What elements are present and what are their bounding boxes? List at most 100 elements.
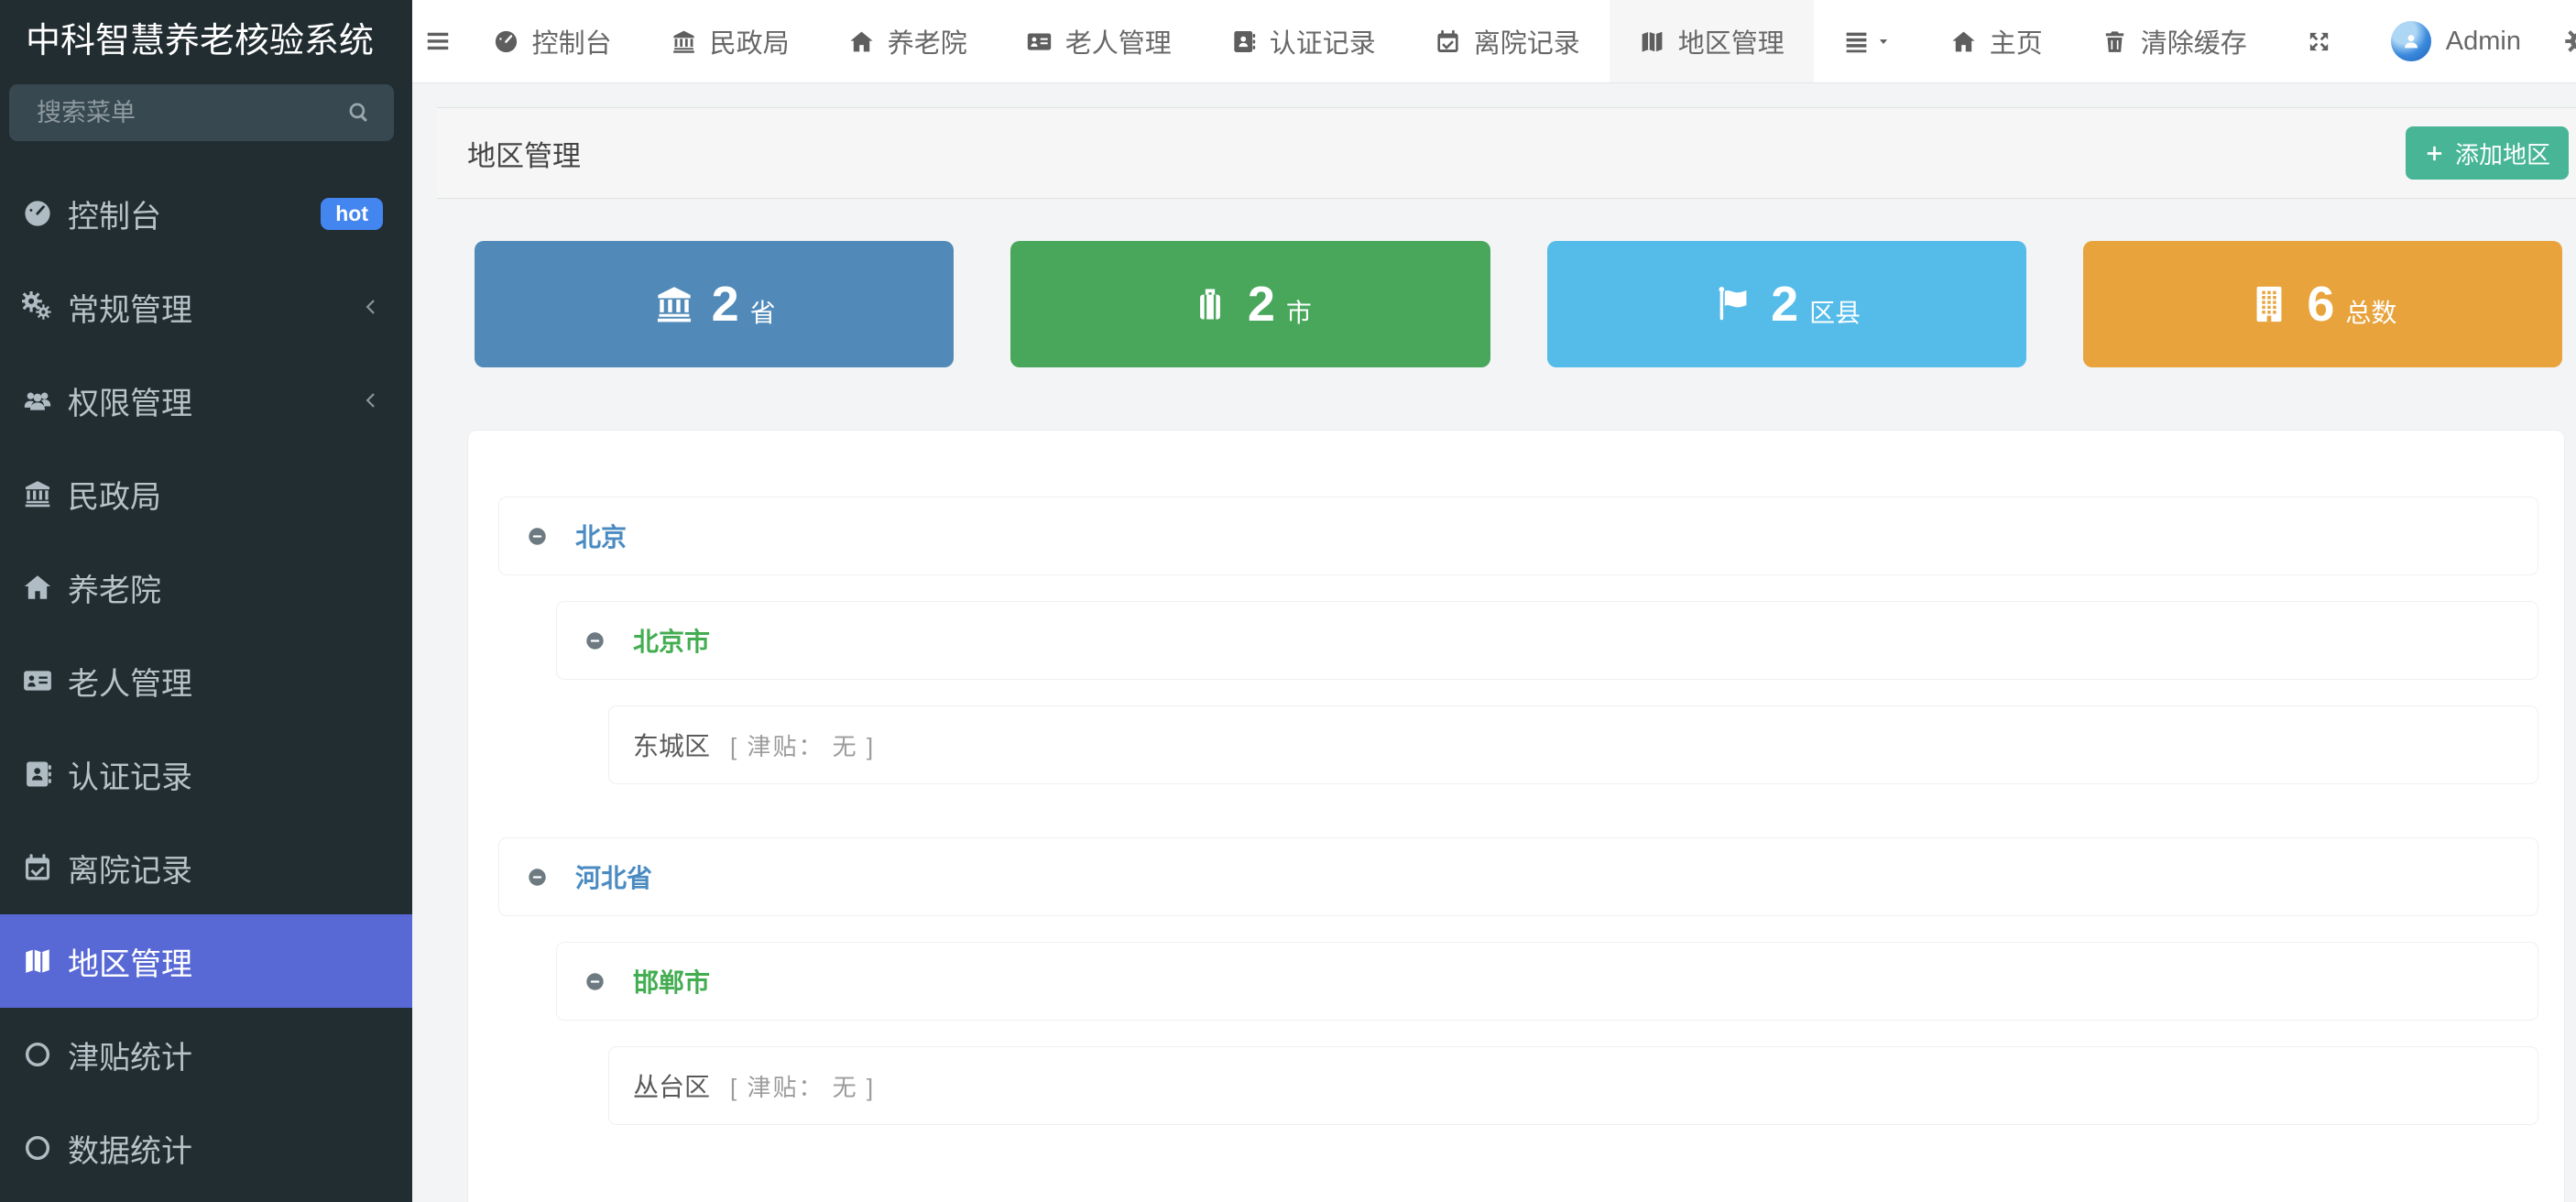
nav-item-nursing-home[interactable]: 养老院 <box>819 0 997 82</box>
stat-label: 市 <box>1286 293 1312 330</box>
sidebar-item-console[interactable]: 控制台 hot <box>0 167 412 260</box>
sidebar: 中科智慧养老核验系统 控制台 hot 常规管理 权限管理 民政局 养老院 <box>0 0 412 1202</box>
sidebar-toggle-button[interactable] <box>412 0 464 82</box>
user-menu[interactable]: Admin <box>2362 0 2550 82</box>
avatar <box>2391 21 2431 61</box>
cogs-icon <box>22 291 53 322</box>
building-icon <box>2248 283 2290 325</box>
tree-row-province[interactable]: 河北省 <box>498 837 2538 916</box>
chevron-left-icon <box>359 388 383 412</box>
stat-card-provinces: 2 省 <box>475 241 954 367</box>
circle-icon <box>22 1039 53 1070</box>
users-icon <box>22 385 53 416</box>
briefcase-icon <box>1189 283 1231 325</box>
sidebar-item-auth-records[interactable]: 认证记录 <box>0 727 412 821</box>
region-name[interactable]: 北京 <box>575 518 627 554</box>
hot-badge: hot <box>321 198 383 230</box>
stat-label: 总数 <box>2345 293 2396 330</box>
collapse-minus-icon[interactable] <box>584 630 606 651</box>
gear-icon <box>2563 26 2576 57</box>
id-card-icon <box>1026 28 1053 55</box>
address-book-icon <box>22 759 53 790</box>
subsidy-label: [ 津贴： 无 ] <box>730 728 875 762</box>
sidebar-item-civil-affairs[interactable]: 民政局 <box>0 447 412 541</box>
address-book-icon <box>1230 28 1257 55</box>
tree-row-district[interactable]: 丛台区 [ 津贴： 无 ] <box>608 1046 2538 1125</box>
content: 地区管理 添加地区 2 省 2 市 2 区县 6 总数 北 <box>412 83 2576 1202</box>
dashboard-icon <box>493 28 519 55</box>
page-header: 地区管理 添加地区 <box>437 107 2576 199</box>
tree-row-city[interactable]: 北京市 <box>556 601 2538 680</box>
region-name[interactable]: 东城区 <box>633 727 710 763</box>
region-name[interactable]: 北京市 <box>633 622 710 659</box>
user-name: Admin <box>2446 27 2521 57</box>
region-tree-panel: 北京 北京市 东城区 [ 津贴： 无 ] 河北省 邯郸市 丛台区 [ 津贴： 无… <box>467 430 2565 1202</box>
nav-item-clear-cache[interactable]: 清除缓存 <box>2072 0 2276 82</box>
sidebar-item-elder-mgmt[interactable]: 老人管理 <box>0 634 412 727</box>
sidebar-item-data-stats[interactable]: 数据统计 <box>0 1101 412 1195</box>
stat-value: 2 <box>1771 276 1798 333</box>
stat-value: 2 <box>1248 276 1275 333</box>
subsidy-label: [ 津贴： 无 ] <box>730 1069 875 1103</box>
home-icon <box>1950 28 1977 55</box>
calendar-check-icon <box>22 852 53 883</box>
nav-item-auth-records[interactable]: 认证记录 <box>1201 0 1405 82</box>
stat-value: 2 <box>712 276 739 333</box>
stat-card-cities: 2 市 <box>1010 241 1490 367</box>
tree-row-district[interactable]: 东城区 [ 津贴： 无 ] <box>608 705 2538 784</box>
bank-icon <box>671 28 697 55</box>
app-title: 中科智慧养老核验系统 <box>0 0 412 82</box>
sidebar-item-subsidy-stats[interactable]: 津贴统计 <box>0 1008 412 1101</box>
stat-value: 6 <box>2307 276 2334 333</box>
settings-gear-button[interactable] <box>2550 0 2576 82</box>
list-icon <box>1843 28 1870 55</box>
collapse-minus-icon[interactable] <box>527 867 548 888</box>
stat-label: 省 <box>750 293 776 330</box>
sidebar-menu: 控制台 hot 常规管理 权限管理 民政局 养老院 老人管理 认证记录 <box>0 167 412 1195</box>
stat-card-districts: 2 区县 <box>1547 241 2026 367</box>
bars-icon <box>424 27 452 55</box>
add-region-button[interactable]: 添加地区 <box>2406 126 2569 180</box>
home-icon <box>848 28 875 55</box>
fullscreen-button[interactable] <box>2276 0 2362 82</box>
nav-item-elder-mgmt[interactable]: 老人管理 <box>997 0 1201 82</box>
region-name[interactable]: 河北省 <box>575 858 652 895</box>
map-icon <box>1639 28 1665 55</box>
sidebar-search <box>9 84 394 141</box>
sidebar-item-discharge-records[interactable]: 离院记录 <box>0 821 412 914</box>
stat-label: 区县 <box>1809 293 1861 330</box>
flag-icon <box>1712 283 1754 325</box>
expand-icon <box>2306 28 2332 55</box>
stat-cards: 2 省 2 市 2 区县 6 总数 <box>475 241 2562 367</box>
nav-item-discharge-records[interactable]: 离院记录 <box>1405 0 1610 82</box>
search-input[interactable] <box>37 99 346 127</box>
region-name[interactable]: 丛台区 <box>633 1067 710 1104</box>
search-icon[interactable] <box>346 100 372 126</box>
sidebar-item-general-mgmt[interactable]: 常规管理 <box>0 260 412 354</box>
nav-menu-dropdown[interactable] <box>1814 0 1921 82</box>
nav-item-home[interactable]: 主页 <box>1921 0 2072 82</box>
sidebar-item-permission-mgmt[interactable]: 权限管理 <box>0 354 412 447</box>
page-title: 地区管理 <box>467 133 581 174</box>
map-icon <box>22 945 53 977</box>
tree-row-city[interactable]: 邯郸市 <box>556 942 2538 1021</box>
plus-icon <box>2424 143 2445 164</box>
nav-item-civil-affairs[interactable]: 民政局 <box>641 0 819 82</box>
tree-row-province[interactable]: 北京 <box>498 497 2538 575</box>
chevron-left-icon <box>359 295 383 319</box>
nav-item-console[interactable]: 控制台 <box>464 0 641 82</box>
dashboard-icon <box>22 198 53 229</box>
collapse-minus-icon[interactable] <box>527 526 548 547</box>
sidebar-item-nursing-home[interactable]: 养老院 <box>0 541 412 634</box>
sidebar-item-region-mgmt[interactable]: 地区管理 <box>0 914 412 1008</box>
home-icon <box>22 572 53 603</box>
calendar-check-icon <box>1435 28 1461 55</box>
id-card-icon <box>22 665 53 696</box>
topnav-right: 主页 清除缓存 Admin <box>1814 0 2576 82</box>
topnav: 控制台 民政局 养老院 老人管理 认证记录 离院记录 地区管理 主页 清除缓 <box>412 0 2576 83</box>
stat-card-total: 6 总数 <box>2083 241 2562 367</box>
trash-icon <box>2101 28 2128 55</box>
collapse-minus-icon[interactable] <box>584 971 606 992</box>
region-name[interactable]: 邯郸市 <box>633 963 710 1000</box>
nav-item-region-mgmt[interactable]: 地区管理 <box>1610 0 1814 82</box>
